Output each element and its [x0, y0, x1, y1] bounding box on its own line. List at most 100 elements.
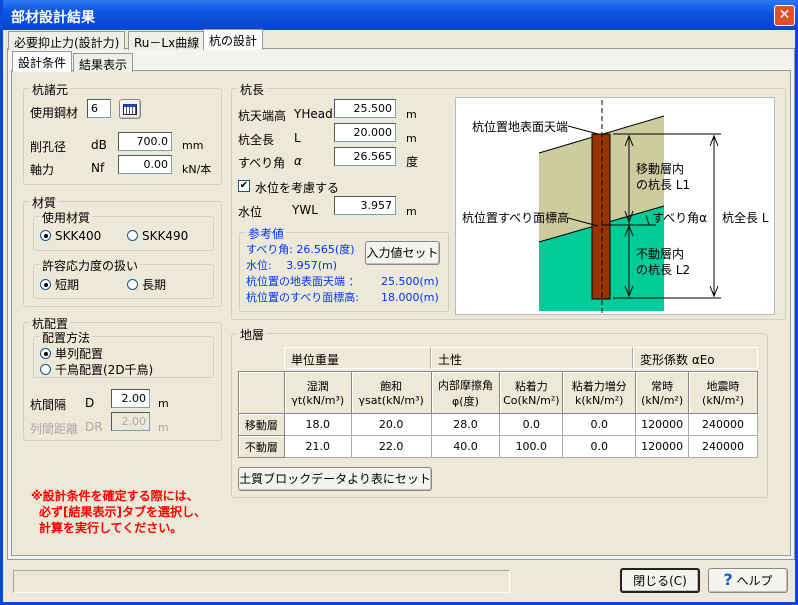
row-distance-label: 列間距離: [30, 422, 79, 436]
row-header[interactable]: 移動層: [238, 413, 285, 436]
table-cell[interactable]: 0.0: [499, 413, 564, 436]
axial-symbol: Nf: [91, 161, 105, 175]
label-l1: の杭長 L1: [636, 177, 690, 192]
pile: [591, 133, 611, 300]
corner-cell: [238, 371, 285, 414]
radio-skk490[interactable]: SKK490: [127, 229, 188, 243]
label-l1: 移動層内: [636, 162, 684, 176]
help-label: ヘルプ: [736, 574, 773, 588]
head-symbol: YHead: [294, 107, 333, 121]
radio-short-term[interactable]: 短期: [40, 276, 79, 293]
radio-label: SKK490: [142, 229, 189, 243]
window-title: 部材設計結果: [11, 10, 95, 26]
label-surface-top: 杭位置地表面天端: [472, 119, 568, 134]
spacing-label: 杭間隔: [30, 398, 67, 412]
radio-single-row[interactable]: 単列配置: [40, 345, 103, 362]
ref-slip-value: 18.000(m): [381, 291, 439, 304]
row-header[interactable]: 不動層: [238, 435, 285, 458]
table-cell[interactable]: 21.0: [283, 435, 352, 458]
note-line: 計算を実行してください。: [39, 521, 183, 535]
group-header: 土性: [431, 347, 633, 369]
bore-input[interactable]: 700.0: [118, 132, 172, 151]
table-cell[interactable]: 28.0: [430, 413, 501, 436]
water-checkbox-label[interactable]: 水位を考慮する: [255, 179, 339, 196]
table-cell[interactable]: 18.0: [283, 413, 352, 436]
bore-unit: mm: [182, 139, 204, 152]
water-symbol: YWL: [292, 203, 318, 217]
length-unit: m: [406, 132, 417, 145]
column-header: 地震時 (kN/m²): [688, 371, 758, 414]
header-row: 湿潤 γt(kN/m³) 飽和 γsat(kN/m³) 内部摩擦角 φ(度) 粘着力 C…: [238, 371, 758, 414]
table-cell[interactable]: 240000: [688, 413, 758, 436]
tab-pile-design[interactable]: 杭の設計: [203, 29, 264, 50]
table-cell[interactable]: 20.0: [350, 413, 432, 436]
pile-diagram: 杭位置地表面天端 杭位置すべり面標高 移動層内 の杭長 L1 不動層内 の杭長 …: [455, 97, 775, 315]
subtab-results[interactable]: 結果表示: [73, 53, 134, 72]
table-cell[interactable]: 40.0: [430, 435, 501, 458]
column-header: 内部摩擦角 φ(度): [430, 371, 501, 414]
radio-skk400[interactable]: SKK400: [40, 229, 101, 243]
steel-table-button[interactable]: [119, 99, 141, 119]
radio-label: 千鳥配置(2D千鳥): [55, 363, 154, 377]
water-unit: m: [406, 205, 417, 218]
column-header: 粘着力増分 k(kN/m²): [562, 371, 637, 414]
angle-unit: 度: [406, 155, 419, 169]
radio-label: 短期: [55, 278, 80, 292]
set-input-values-button[interactable]: 入力値セット: [365, 241, 440, 265]
angle-input[interactable]: 26.565: [334, 147, 396, 166]
tab-required-force[interactable]: 必要抑止力(設計力): [8, 31, 126, 50]
axial-label: 軸力: [30, 163, 55, 177]
warning-note: ※設計条件を確定する際には、 必ず[結果表示]タブを選択し、 計算を実行してくだ…: [31, 488, 206, 536]
subtab-design-conditions[interactable]: 設計条件: [12, 51, 73, 72]
head-input[interactable]: 25.500: [334, 99, 396, 118]
table-cell[interactable]: 0.0: [562, 435, 637, 458]
group-header: 変形係数 αEo: [633, 347, 758, 369]
group-title: 使用材質: [40, 209, 93, 226]
table-cell[interactable]: 120000: [635, 413, 690, 436]
spacing-symbol: D: [85, 396, 95, 410]
row-distance-symbol: DR: [85, 420, 103, 434]
strata-group-headers: 単位重量 土性 変形係数 αEo: [284, 347, 758, 369]
angle-symbol: α: [294, 154, 302, 168]
close-button[interactable]: 閉じる(C): [620, 568, 700, 593]
help-button[interactable]: ? ヘルプ: [708, 568, 788, 593]
group-title: 杭長: [238, 81, 267, 98]
group-title: 配置方法: [40, 329, 93, 346]
table-icon: [123, 104, 137, 115]
column-header: 湿潤 γt(kN/m³): [283, 371, 352, 414]
table-cell[interactable]: 240000: [688, 435, 758, 458]
water-input[interactable]: 3.957: [334, 196, 396, 215]
length-input[interactable]: 20.000: [334, 123, 396, 142]
group-title: 参考値: [246, 225, 287, 242]
table-cell[interactable]: 120000: [635, 435, 690, 458]
radio-staggered[interactable]: 千鳥配置(2D千鳥): [40, 361, 153, 378]
length-label: 杭全長: [238, 133, 275, 147]
radio-long-term[interactable]: 長期: [127, 276, 166, 293]
table-cell[interactable]: 22.0: [350, 435, 432, 458]
spacing-input[interactable]: 2.00: [111, 389, 150, 408]
radio-label: SKK400: [55, 229, 102, 243]
tab-ru-lx-curve[interactable]: Ru－Lx曲線: [128, 31, 206, 50]
head-label: 杭天端高: [238, 109, 287, 123]
set-from-soil-block-button[interactable]: 土質ブロックデータより表にセット: [238, 467, 432, 491]
steel-input[interactable]: 6: [87, 99, 111, 118]
column-header: 常時 (kN/m²): [635, 371, 690, 414]
column-header: 粘着力 Co(kN/m²): [499, 371, 564, 414]
row-distance-unit: m: [158, 421, 169, 434]
label-l2: の杭長 L2: [636, 262, 690, 277]
water-checkbox[interactable]: ✔: [238, 180, 250, 192]
axial-input[interactable]: 0.00: [118, 155, 172, 174]
bore-label: 削孔径: [30, 140, 67, 154]
axial-unit: kN/本: [182, 163, 212, 176]
table-cell[interactable]: 0.0: [562, 413, 637, 436]
label-angle: すべり角α: [652, 211, 707, 225]
close-window-button[interactable]: ✕: [774, 5, 795, 26]
water-label: 水位: [238, 205, 263, 219]
row-distance-input: 2.00: [111, 412, 150, 431]
spacing-unit: m: [158, 397, 169, 410]
dialog-window: 部材設計結果 ✕ 必要抑止力(設計力) Ru－Lx曲線 杭の設計 設計条件 結果…: [0, 0, 798, 605]
table-cell[interactable]: 100.0: [499, 435, 564, 458]
column-header: 飽和 γsat(kN/m³): [350, 371, 432, 414]
ref-surface-label: 杭位置の地表面天端 ：: [246, 275, 360, 288]
head-unit: m: [406, 108, 417, 121]
